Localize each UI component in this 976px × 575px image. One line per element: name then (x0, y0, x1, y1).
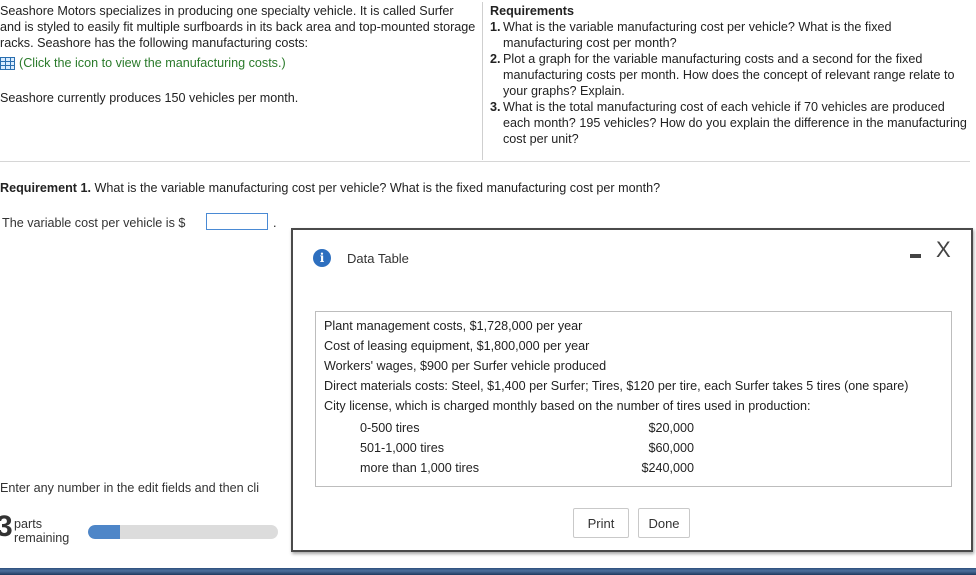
variable-cost-period: . (273, 216, 277, 230)
cost-data-table: Plant management costs, $1,728,000 per y… (315, 311, 952, 487)
problem-description: Seashore Motors specializes in producing… (0, 3, 478, 51)
requirement-text: What is the variable manufacturing cost … (503, 20, 892, 50)
requirements-panel: Requirements 1. What is the variable man… (490, 3, 968, 147)
parts-count: 3 (0, 510, 13, 543)
instruction-text: Enter any number in the edit fields and … (0, 481, 260, 495)
license-tier-range: 0-500 tires (360, 421, 420, 435)
taskbar-strip (0, 568, 976, 575)
license-tier-range: 501-1,000 tires (360, 441, 445, 455)
info-icon: i (313, 249, 331, 267)
table-row: Plant management costs, $1,728,000 per y… (324, 319, 583, 333)
section-divider (0, 161, 970, 162)
view-costs-text[interactable]: (Click the icon to view the manufacturin… (19, 56, 286, 70)
dialog-title: Data Table (347, 251, 409, 266)
parts-remaining-label: parts remaining (14, 517, 69, 545)
view-costs-link[interactable]: (Click the icon to view the manufacturin… (0, 56, 286, 70)
variable-cost-label: The variable cost per vehicle is $ (2, 216, 186, 230)
requirement-text: What is the total manufacturing cost of … (503, 100, 967, 146)
variable-cost-input[interactable] (206, 213, 268, 230)
license-tier-range: more than 1,000 tires (360, 461, 480, 475)
parts-progress-bar (88, 525, 278, 539)
requirement-item: 3. What is the total manufacturing cost … (490, 99, 968, 147)
license-tier-amount: $60,000 (648, 441, 694, 455)
close-icon[interactable]: X (936, 239, 951, 261)
requirement-1-text: What is the variable manufacturing cost … (94, 181, 661, 195)
progress-fill (88, 525, 121, 539)
requirement-number: 1. (490, 20, 501, 34)
data-table-dialog: i Data Table X Plant management costs, $… (291, 228, 973, 552)
print-button[interactable]: Print (573, 508, 629, 538)
requirement-text: Plot a graph for the variable manufactur… (503, 52, 955, 98)
table-row: Direct materials costs: Steel, $1,400 pe… (324, 379, 909, 393)
requirement-item: 2. Plot a graph for the variable manufac… (490, 51, 968, 99)
parts-label-line2: remaining (14, 531, 70, 545)
requirement-item: 1. What is the variable manufacturing co… (490, 19, 968, 51)
minimize-icon[interactable] (910, 254, 921, 258)
table-icon[interactable] (0, 56, 15, 70)
requirement-number: 3. (490, 100, 501, 114)
table-row: Cost of leasing equipment, $1,800,000 pe… (324, 339, 590, 353)
requirements-title: Requirements (490, 4, 574, 18)
requirement-number: 2. (490, 52, 501, 66)
requirement-1-heading: Requirement 1. What is the variable manu… (0, 181, 660, 195)
problem-intro: Seashore Motors specializes in producing… (0, 4, 476, 50)
table-row: City license, which is charged monthly b… (324, 399, 811, 413)
license-tier-amount: $240,000 (641, 461, 694, 475)
current-production-text: Seashore currently produces 150 vehicles… (0, 91, 299, 105)
requirements-divider (482, 2, 483, 160)
done-button[interactable]: Done (638, 508, 690, 538)
parts-label-line1: parts (14, 517, 42, 531)
license-tier-amount: $20,000 (648, 421, 694, 435)
requirement-1-label: Requirement 1. (0, 181, 91, 195)
table-row: Workers' wages, $900 per Surfer vehicle … (324, 359, 607, 373)
